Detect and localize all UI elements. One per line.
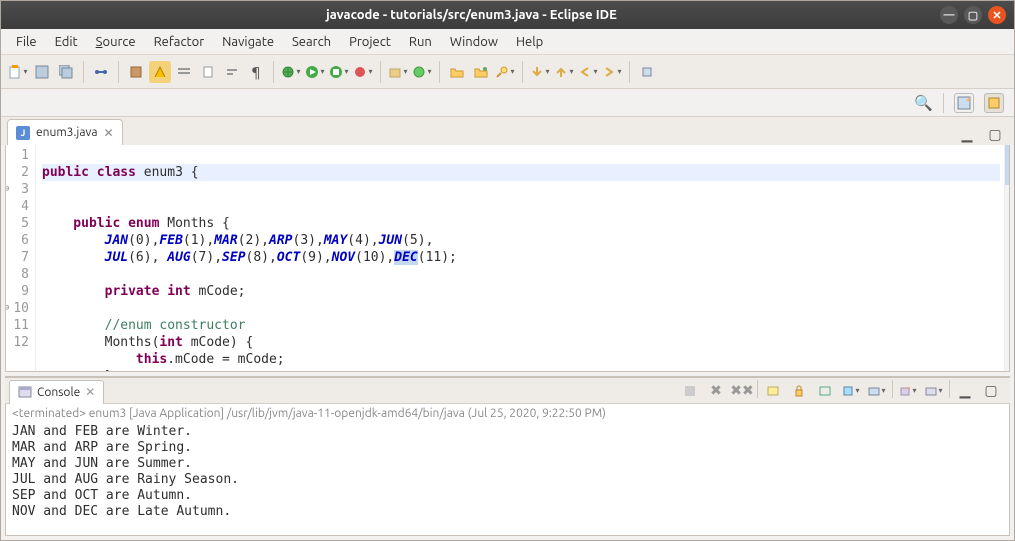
coverage-button[interactable] (328, 61, 350, 83)
new-package-button[interactable] (387, 61, 409, 83)
display-console-icon[interactable] (866, 380, 888, 402)
editor-tab-label: enum3.java (36, 126, 98, 139)
scroll-lock-icon[interactable] (788, 380, 810, 402)
menu-help[interactable]: Help (507, 32, 552, 52)
window-title: javacode - tutorials/src/enum3.java - Ec… (9, 8, 934, 22)
console-tab-label: Console (37, 386, 80, 399)
code-content[interactable]: public class enum3 { public enum Months … (36, 145, 1004, 371)
menu-edit[interactable]: Edit (46, 32, 87, 52)
separator-icon (943, 93, 944, 113)
open-perspective-button[interactable] (954, 93, 974, 113)
maximize-view-icon[interactable]: ▢ (984, 123, 1006, 145)
console-line: MAY and JUN are Summer. (12, 456, 1003, 472)
search-button[interactable] (494, 61, 516, 83)
prev-annotation-button[interactable] (553, 61, 575, 83)
new-class-button[interactable] (411, 61, 433, 83)
show-whitespace-button[interactable] (197, 61, 219, 83)
word-wrap-icon[interactable] (814, 380, 836, 402)
word-wrap-button[interactable] (221, 61, 243, 83)
pin-button[interactable] (636, 61, 658, 83)
separator-icon (522, 61, 523, 83)
new-console-icon[interactable] (923, 380, 945, 402)
editor-tab[interactable]: J enum3.java ✕ (7, 119, 123, 145)
console-icon (18, 385, 32, 399)
debug-button[interactable] (280, 61, 302, 83)
separator-icon (273, 61, 274, 83)
eclipse-window: javacode - tutorials/src/enum3.java - Ec… (0, 0, 1015, 541)
overview-ruler[interactable] (1004, 145, 1009, 371)
separator-icon (83, 61, 84, 83)
console-tabbar: Console ✕ ✖ ✖✖ ▁ ▢ (5, 378, 1010, 404)
close-button[interactable]: ✕ (988, 6, 1006, 24)
save-button[interactable] (31, 61, 53, 83)
open-task-button[interactable] (470, 61, 492, 83)
console-line: JUL and AUG are Rainy Season. (12, 472, 1003, 488)
menubar: File Edit Source Refactor Navigate Searc… (1, 29, 1014, 55)
link-editor-button[interactable] (90, 61, 112, 83)
console-output[interactable]: <terminated> enum3 [Java Application] /u… (5, 404, 1010, 536)
menu-source[interactable]: Source (87, 32, 145, 52)
console-tab[interactable]: Console ✕ (9, 380, 104, 404)
menu-run[interactable]: Run (400, 32, 441, 52)
tab-close-icon[interactable]: ✕ (85, 385, 95, 399)
forward-button[interactable] (601, 61, 623, 83)
menu-navigate[interactable]: Navigate (213, 32, 283, 52)
open-console-icon[interactable] (897, 380, 919, 402)
editor-area: J enum3.java ✕ ▁ ▢ 1 2 ⊖3 4 5 6 7 8 9 ⊖1… (1, 117, 1014, 376)
tab-close-icon[interactable]: ✕ (104, 126, 114, 140)
titlebar: javacode - tutorials/src/enum3.java - Ec… (1, 1, 1014, 29)
minimize-view-icon[interactable]: ▁ (954, 380, 976, 402)
block-select-button[interactable] (173, 61, 195, 83)
menu-file[interactable]: File (7, 32, 46, 52)
perspective-bar: 🔍 (1, 89, 1014, 117)
console-line: JAN and FEB are Winter. (12, 424, 1003, 440)
run-button[interactable] (304, 61, 326, 83)
console-line: NOV and DEC are Late Autumn. (12, 504, 1003, 520)
separator-icon (439, 61, 440, 83)
minimize-view-icon[interactable]: ▁ (956, 123, 978, 145)
maximize-view-icon[interactable]: ▢ (980, 380, 1002, 402)
console-toolbar: ✖ ✖✖ ▁ ▢ (679, 380, 1010, 402)
console-line: MAR and ARP are Spring. (12, 440, 1003, 456)
save-all-button[interactable] (55, 61, 77, 83)
menu-project[interactable]: Project (340, 32, 400, 52)
menu-refactor[interactable]: Refactor (145, 32, 214, 52)
separator-icon (380, 61, 381, 83)
console-runinfo: <terminated> enum3 [Java Application] /u… (12, 406, 1003, 424)
main-toolbar: ¶ (1, 55, 1014, 89)
next-annotation-button[interactable] (529, 61, 551, 83)
new-button[interactable] (7, 61, 29, 83)
run-last-button[interactable] (352, 61, 374, 83)
quick-access-icon[interactable]: 🔍 (914, 94, 933, 112)
menu-search[interactable]: Search (283, 32, 340, 52)
separator-icon (118, 61, 119, 83)
back-button[interactable] (577, 61, 599, 83)
pilcrow-button[interactable]: ¶ (245, 61, 267, 83)
code-editor[interactable]: 1 2 ⊖3 4 5 6 7 8 9 ⊖10 11 12 public clas… (5, 145, 1010, 372)
java-perspective-button[interactable] (984, 93, 1004, 113)
separator-icon (629, 61, 630, 83)
toggle-mark-button[interactable] (149, 61, 171, 83)
minimize-button[interactable]: — (940, 6, 958, 24)
open-folder-button[interactable] (446, 61, 468, 83)
menu-window[interactable]: Window (441, 32, 507, 52)
remove-all-icon[interactable]: ✖✖ (731, 380, 753, 402)
terminate-icon[interactable] (679, 380, 701, 402)
maximize-button[interactable]: ▢ (964, 6, 982, 24)
open-type-button[interactable] (125, 61, 147, 83)
remove-launch-icon[interactable]: ✖ (705, 380, 727, 402)
java-file-icon: J (16, 126, 30, 140)
clear-console-icon[interactable] (762, 380, 784, 402)
pin-console-icon[interactable] (840, 380, 862, 402)
line-gutter: 1 2 ⊖3 4 5 6 7 8 9 ⊖10 11 12 (6, 145, 36, 371)
console-view: Console ✕ ✖ ✖✖ ▁ ▢ <term (5, 376, 1010, 536)
console-line: SEP and OCT are Autumn. (12, 488, 1003, 504)
editor-tabbar: J enum3.java ✕ ▁ ▢ (1, 117, 1014, 145)
